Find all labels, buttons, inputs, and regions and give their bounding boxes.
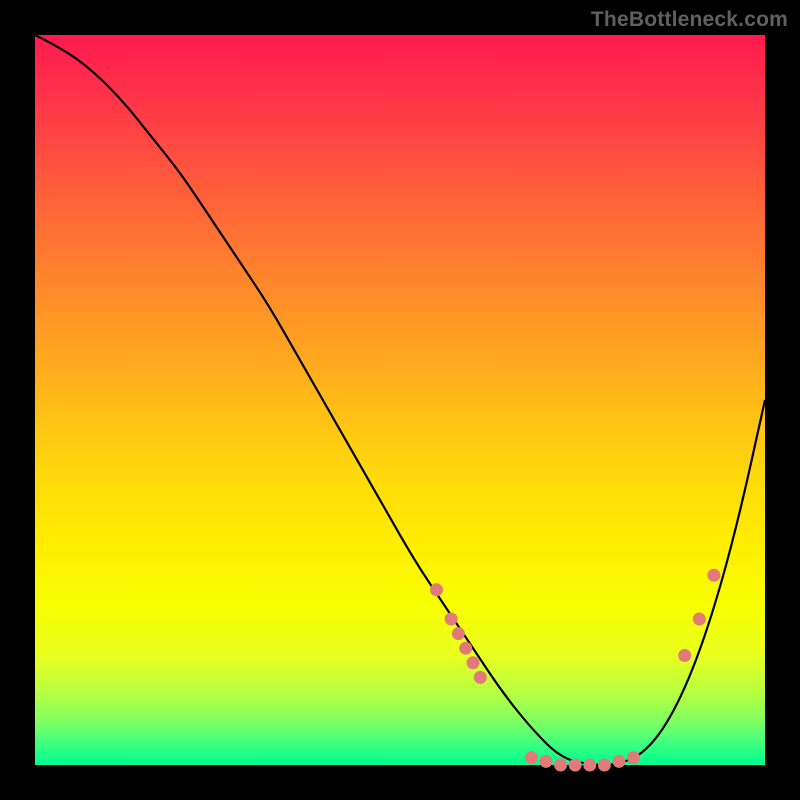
- highlight-dot: [627, 751, 640, 764]
- highlight-dot: [569, 759, 582, 772]
- curve-svg: [35, 35, 765, 765]
- highlight-dot: [452, 627, 465, 640]
- highlight-dot: [459, 642, 472, 655]
- highlight-dot: [693, 613, 706, 626]
- highlight-dot: [467, 656, 480, 669]
- highlight-dot: [525, 751, 538, 764]
- highlight-dot: [474, 671, 487, 684]
- watermark-text: TheBottleneck.com: [591, 8, 788, 32]
- plot-area: [35, 35, 765, 765]
- highlight-dot: [707, 569, 720, 582]
- highlight-dot: [540, 755, 553, 768]
- highlight-dots-group: [430, 569, 720, 772]
- bottleneck-curve: [35, 35, 765, 765]
- chart-container: TheBottleneck.com: [0, 0, 800, 800]
- highlight-dot: [613, 755, 626, 768]
- highlight-dot: [678, 649, 691, 662]
- highlight-dot: [430, 583, 443, 596]
- highlight-dot: [583, 759, 596, 772]
- highlight-dot: [445, 613, 458, 626]
- highlight-dot: [554, 759, 567, 772]
- highlight-dot: [598, 759, 611, 772]
